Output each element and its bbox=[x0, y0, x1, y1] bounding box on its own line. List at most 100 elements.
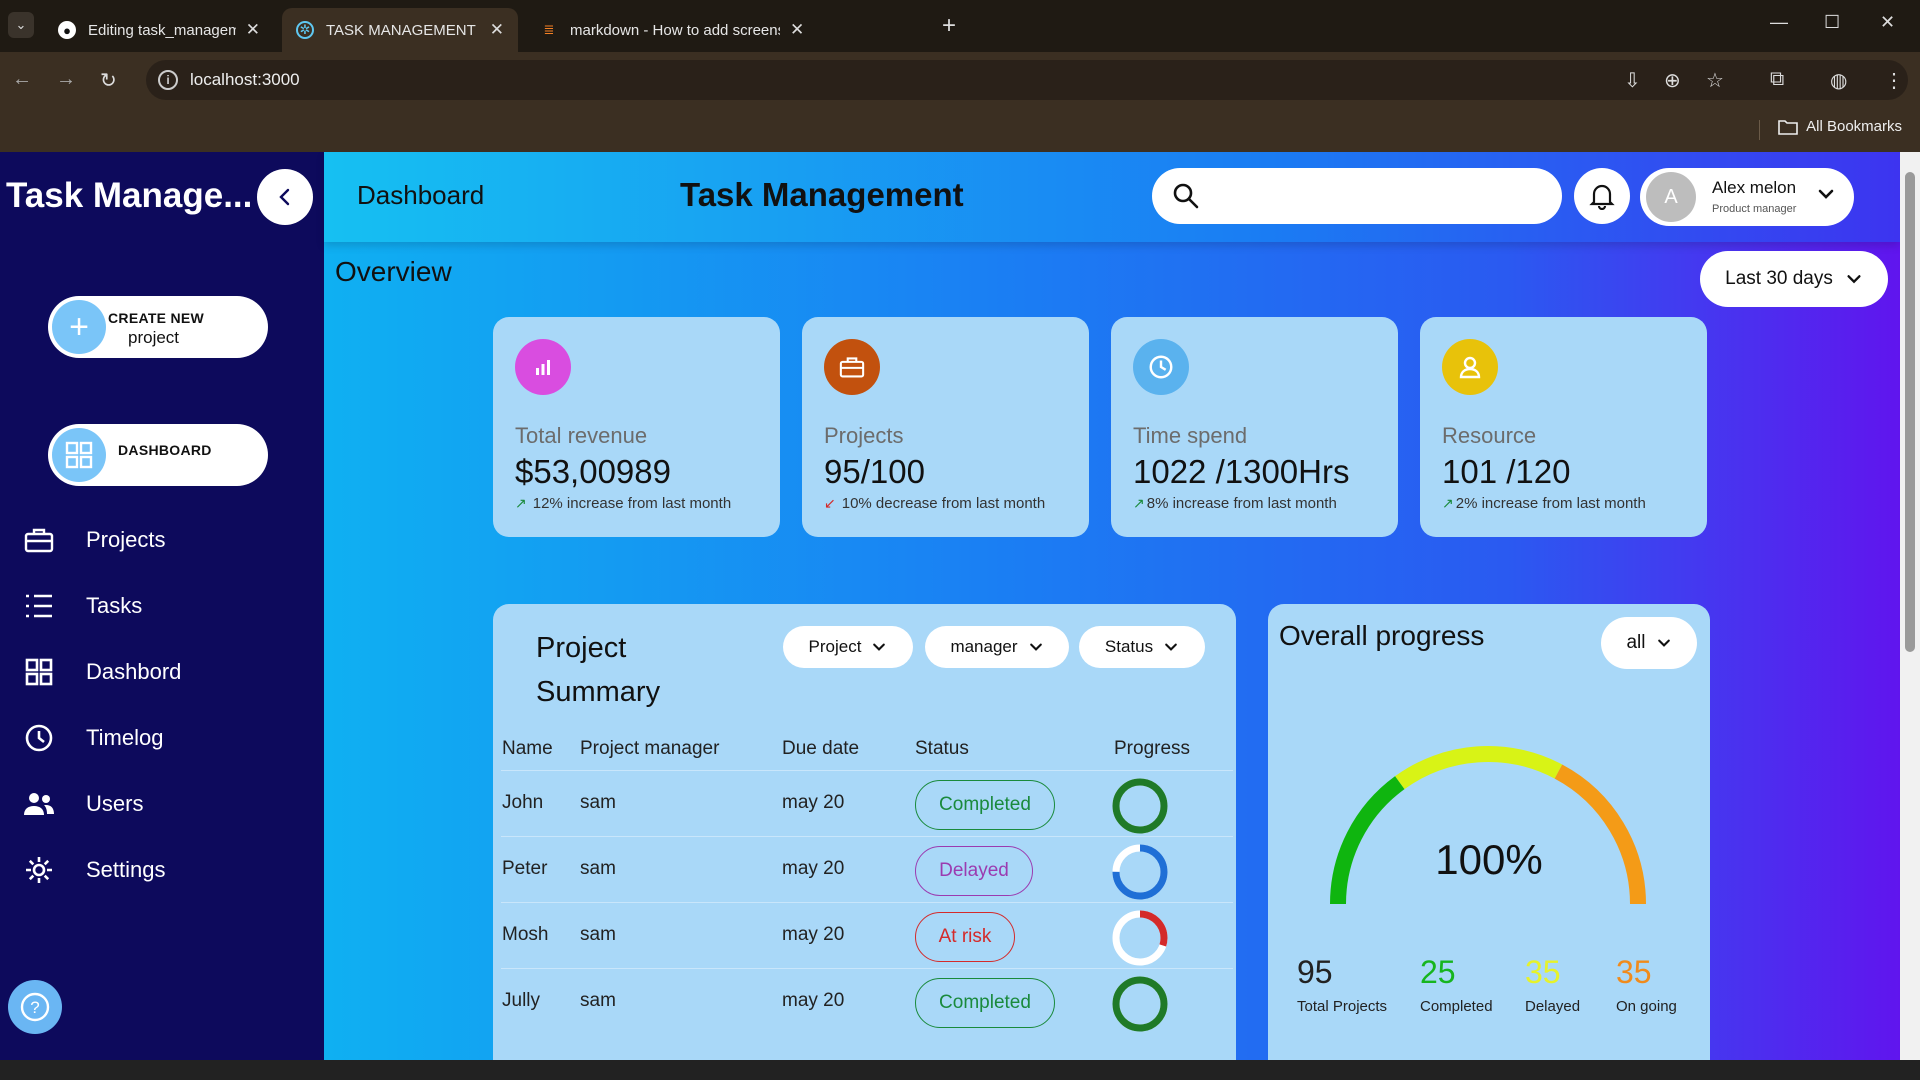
status-badge: Completed bbox=[915, 780, 1055, 830]
date-range-dropdown[interactable]: Last 30 days bbox=[1700, 251, 1888, 307]
manager-filter-dropdown[interactable]: manager bbox=[925, 626, 1069, 668]
sidebar-item-dashbord[interactable]: Dashbord bbox=[22, 652, 181, 692]
collapse-sidebar-button[interactable] bbox=[257, 169, 313, 225]
chevron-down-icon bbox=[873, 643, 886, 651]
browser-tab-bar: ⌄ ● Editing task_management/README.md ✕ … bbox=[0, 0, 1920, 52]
main-content: Dashboard Task Management A Alex melon P… bbox=[324, 152, 1900, 1060]
close-window-icon[interactable]: ✕ bbox=[1880, 12, 1895, 33]
sidebar-item-timelog[interactable]: Timelog bbox=[22, 718, 163, 758]
filter-value: all bbox=[1626, 632, 1646, 653]
sidebar-item-projects[interactable]: Projects bbox=[22, 520, 165, 560]
create-new-label: CREATE NEW bbox=[108, 310, 205, 326]
cell-manager: sam bbox=[580, 924, 616, 945]
url-text[interactable]: localhost:3000 bbox=[190, 70, 300, 90]
close-tab-icon[interactable]: ✕ bbox=[246, 20, 260, 40]
cell-due-date: may 20 bbox=[782, 792, 845, 813]
cell-name: Peter bbox=[502, 858, 548, 879]
bookmarks-bar: All Bookmarks bbox=[0, 108, 1920, 152]
all-bookmarks-button[interactable]: All Bookmarks bbox=[1778, 118, 1902, 135]
install-app-icon[interactable]: ⇩ bbox=[1624, 68, 1641, 93]
legend-label-delayed: Delayed bbox=[1525, 998, 1581, 1015]
svg-text:?: ? bbox=[30, 998, 39, 1017]
extensions-icon[interactable]: ⧉ bbox=[1770, 68, 1784, 91]
browser-tab-stackoverflow[interactable]: ≣ markdown - How to add screenshots ✕ bbox=[526, 8, 932, 52]
chevron-down-icon bbox=[1816, 184, 1836, 209]
help-icon: ? bbox=[20, 992, 50, 1022]
stat-value: 95/100 bbox=[824, 453, 925, 490]
cell-manager: sam bbox=[580, 858, 616, 879]
cell-name: John bbox=[502, 792, 544, 813]
tab-search-button[interactable]: ⌄ bbox=[8, 12, 34, 38]
project-filter-dropdown[interactable]: Project bbox=[783, 626, 913, 668]
person-icon bbox=[1442, 339, 1498, 395]
grid-icon bbox=[22, 655, 56, 689]
forward-icon[interactable]: → bbox=[56, 68, 76, 91]
stat-label: Resource bbox=[1442, 423, 1537, 448]
gauge-arc-delayed bbox=[1395, 746, 1563, 790]
row-divider bbox=[501, 836, 1233, 837]
address-bar[interactable]: i localhost:3000 bbox=[146, 60, 1908, 100]
stat-trend: ↗ 12% increase from last month bbox=[515, 495, 731, 512]
create-project-label: project bbox=[128, 328, 180, 347]
browser-tab-github[interactable]: ● Editing task_management/README.md ✕ bbox=[44, 8, 274, 52]
profile-icon[interactable]: ◍ bbox=[1830, 68, 1847, 93]
page-scrollbar[interactable] bbox=[1900, 152, 1920, 1060]
stat-card-time-spend: Time spend 1022 /1300Hrs ↗ 8% increase fr… bbox=[1111, 317, 1398, 537]
column-header-manager: Project manager bbox=[580, 738, 720, 759]
menu-kebab-icon[interactable]: ⋮ bbox=[1884, 68, 1904, 93]
dashboard-button[interactable]: DASHBOARD bbox=[48, 424, 268, 486]
sidebar-item-label: Dashbord bbox=[86, 659, 182, 684]
user-menu[interactable]: A Alex melon Product manager bbox=[1640, 168, 1854, 226]
progress-ring-fill bbox=[1112, 976, 1168, 1032]
breadcrumb: Dashboard bbox=[357, 180, 485, 210]
bookmarks-divider bbox=[1759, 120, 1760, 140]
zoom-icon[interactable]: ⊕ bbox=[1664, 68, 1681, 93]
trend-up-icon: ↗ bbox=[1133, 495, 1145, 511]
sidebar-item-tasks[interactable]: Tasks bbox=[22, 586, 142, 626]
reload-icon[interactable]: ↻ bbox=[100, 68, 117, 93]
legend-label-completed: Completed bbox=[1420, 998, 1493, 1015]
stat-value: 1022 /1300Hrs bbox=[1133, 453, 1350, 490]
column-header-name: Name bbox=[502, 738, 553, 759]
overall-progress-panel: Overall progress all 100% 95 Total Proje… bbox=[1268, 604, 1710, 1060]
sidebar-item-settings[interactable]: Settings bbox=[22, 850, 166, 890]
status-filter-dropdown[interactable]: Status bbox=[1079, 626, 1205, 668]
new-tab-button[interactable]: + bbox=[942, 12, 956, 40]
column-header-status: Status bbox=[915, 738, 969, 759]
app-brand: Task Manage... bbox=[6, 176, 253, 215]
bookmark-star-icon[interactable]: ☆ bbox=[1706, 68, 1724, 93]
stat-trend-text: 12% increase from last month bbox=[532, 495, 732, 512]
help-button[interactable]: ? bbox=[8, 980, 62, 1034]
close-tab-icon[interactable]: ✕ bbox=[490, 20, 504, 40]
tab-title: Editing task_management/README.md bbox=[88, 21, 236, 39]
chevron-left-icon bbox=[279, 188, 290, 206]
project-summary-panel: Project Summary Project manager Status N… bbox=[493, 604, 1236, 1060]
row-divider bbox=[501, 770, 1233, 771]
progress-ring-fill bbox=[1112, 778, 1168, 834]
filter-label: Status bbox=[1104, 637, 1154, 656]
search-input[interactable] bbox=[1152, 168, 1562, 224]
close-tab-icon[interactable]: ✕ bbox=[790, 20, 804, 40]
row-divider bbox=[501, 902, 1233, 903]
bell-icon bbox=[1589, 184, 1615, 210]
chevron-down-icon bbox=[1847, 275, 1861, 284]
legend-label-ongoing: On going bbox=[1616, 998, 1677, 1015]
notifications-button[interactable] bbox=[1574, 168, 1630, 224]
scrollbar-thumb[interactable] bbox=[1905, 172, 1915, 652]
timer-icon bbox=[22, 721, 56, 755]
back-icon[interactable]: ← bbox=[12, 68, 32, 91]
stat-trend: ↙ 10% decrease from last month bbox=[824, 495, 1045, 512]
status-badge: At risk bbox=[915, 912, 1015, 962]
sidebar-item-label: Users bbox=[86, 791, 144, 816]
progress-filter-dropdown[interactable]: all bbox=[1601, 617, 1697, 669]
browser-tab-task-management[interactable]: ✲ TASK MANAGEMENT ✕ bbox=[282, 8, 518, 52]
maximize-icon[interactable]: ☐ bbox=[1824, 12, 1840, 33]
overall-progress-title: Overall progress bbox=[1279, 620, 1485, 651]
site-info-icon[interactable]: i bbox=[158, 70, 178, 90]
sidebar-item-users[interactable]: Users bbox=[22, 784, 143, 824]
minimize-icon[interactable]: — bbox=[1770, 12, 1788, 33]
stat-label: Projects bbox=[824, 423, 904, 448]
dashboard-label: DASHBOARD bbox=[118, 442, 212, 458]
create-new-project-button[interactable]: + CREATE NEW project bbox=[48, 296, 268, 358]
stat-card-revenue: Total revenue $53,00989 ↗ 12% increase fr… bbox=[493, 317, 780, 537]
